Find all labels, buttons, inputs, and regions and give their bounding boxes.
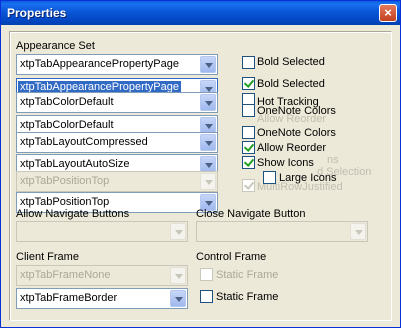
appearance-set-label: Appearance Set <box>16 40 95 52</box>
title-bar[interactable]: Properties × <box>1 1 400 25</box>
bold-selected-label: Bold Selected <box>257 56 325 68</box>
client-frame-combo-value: xtpTabFrameBorder <box>20 292 118 304</box>
client-frame-combo-disabled-value: xtpTabFrameNone <box>20 269 111 281</box>
ghost-ns-text: ns <box>327 154 339 166</box>
color-combo-value: xtpTabColorDefault <box>20 96 114 108</box>
color-combo-overlay-value: xtpTabColorDefault <box>20 119 114 131</box>
chevron-down-icon <box>170 223 186 240</box>
client-frame-combo-disabled: xtpTabFrameNone <box>16 265 188 286</box>
chevron-down-icon <box>200 173 216 190</box>
allow-navigate-buttons-combo <box>16 221 188 242</box>
position-combo-disabled-value: xtpTabPositionTop <box>20 175 110 187</box>
layout-combo[interactable]: xtpTabLayoutCompressed <box>16 132 218 153</box>
chevron-down-icon[interactable] <box>170 290 186 307</box>
properties-window: Properties × Appearance Set xtpTabAppear… <box>0 0 401 328</box>
allow-navigate-buttons-label: Allow Navigate Buttons <box>16 208 130 220</box>
position-combo-disabled: xtpTabPositionTop <box>16 171 218 192</box>
close-button[interactable]: × <box>379 4 397 22</box>
client-frame-combo[interactable]: xtpTabFrameBorder <box>16 288 188 309</box>
onenote-colors-checkbox[interactable] <box>242 104 255 117</box>
chevron-down-icon[interactable] <box>200 56 216 73</box>
control-frame-label: Control Frame <box>196 251 267 263</box>
client-frame-label: Client Frame <box>16 251 79 263</box>
close-navigate-button-combo <box>196 221 368 242</box>
chevron-down-icon[interactable] <box>200 134 216 151</box>
show-icons-label: Show Icons <box>257 157 314 169</box>
static-frame-checkbox[interactable] <box>200 290 213 303</box>
position-combo-value: xtpTabPositionTop <box>20 196 110 208</box>
layout-combo-overlay-value: xtpTabLayoutAutoSize <box>20 158 130 170</box>
bold-selected-checkbox[interactable] <box>242 56 255 69</box>
ghost-justified-checkbox <box>242 179 255 192</box>
onenote-colors-checkbox-2[interactable] <box>242 126 255 139</box>
show-icons-checkbox[interactable] <box>242 156 255 169</box>
chevron-down-icon[interactable] <box>200 94 216 111</box>
window-title: Properties <box>7 6 67 20</box>
layout-combo-value: xtpTabLayoutCompressed <box>20 136 148 148</box>
onenote-colors-label-2: OneNote Colors <box>257 127 336 139</box>
bold-selected-label-2: Bold Selected <box>257 78 325 90</box>
chevron-down-icon <box>350 223 366 240</box>
onenote-colors-label: OneNote Colors <box>257 105 336 117</box>
static-frame-label-disabled: Static Frame <box>216 269 279 281</box>
allow-reorder-label: Allow Reorder <box>257 142 327 154</box>
color-combo[interactable]: xtpTabColorDefault <box>16 92 218 113</box>
appearance-combo-value: xtpTabAppearancePropertyPage <box>20 58 179 70</box>
large-icons-label: Large Icons <box>279 172 337 184</box>
static-frame-checkbox-disabled <box>200 268 213 281</box>
allow-reorder-checkbox[interactable] <box>242 141 255 154</box>
close-navigate-button-label: Close Navigate Button <box>196 208 306 220</box>
static-frame-label: Static Frame <box>216 291 279 303</box>
chevron-down-icon <box>170 267 186 284</box>
close-icon: × <box>384 5 392 20</box>
bold-selected-checkbox-2[interactable] <box>242 77 255 90</box>
appearance-combo[interactable]: xtpTabAppearancePropertyPage <box>16 54 218 75</box>
large-icons-checkbox[interactable] <box>263 171 276 184</box>
